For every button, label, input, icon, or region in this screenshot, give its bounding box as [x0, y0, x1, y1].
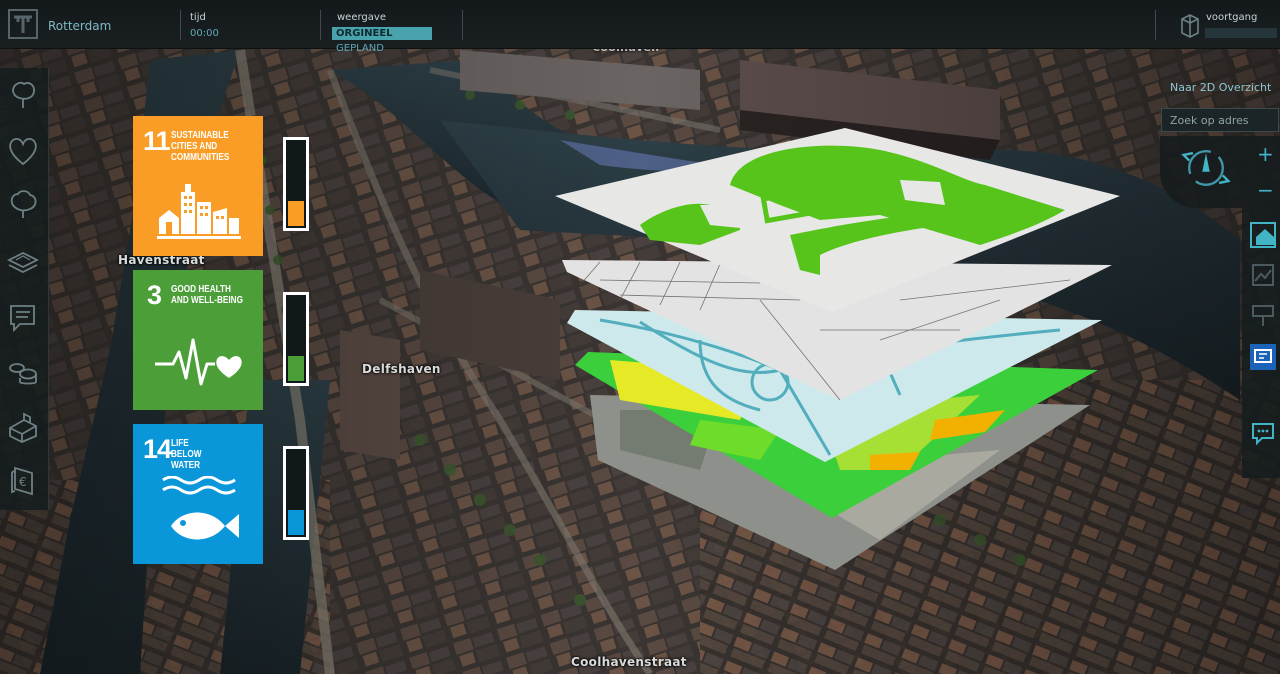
- tree-icon: [12, 81, 36, 108]
- chat-bubble-icon: [1252, 423, 1274, 446]
- left-sidebar: €: [0, 68, 49, 510]
- home-button[interactable]: [1250, 222, 1276, 248]
- sidebar-item-green[interactable]: [6, 188, 40, 222]
- sdg-title: SUSTAINABLE CITIES AND COMMUNITIES: [171, 130, 230, 163]
- signpost-icon: [1252, 305, 1274, 326]
- svg-text:€: €: [19, 475, 27, 489]
- sdg-title: GOOD HEALTH AND WELL-BEING: [171, 284, 243, 306]
- home-icon: [1256, 229, 1274, 245]
- heart-icon: [9, 137, 37, 166]
- sidebar-item-layers[interactable]: [6, 244, 40, 278]
- street-label-coolhavenstraat: Coolhavenstraat: [571, 655, 687, 669]
- money-icon: €: [11, 466, 33, 496]
- sdg-number: 11: [143, 126, 171, 156]
- time-value: 00:00: [190, 28, 219, 39]
- sdg-card-14[interactable]: 14 LIFE BELOW WATER: [133, 424, 263, 564]
- screen-icon: [1254, 349, 1272, 363]
- sdg-3-meter-fill: [288, 356, 304, 381]
- top-bar: Rotterdam tijd 00:00 weergave ORGINEEL G…: [0, 0, 1280, 54]
- street-label-delfshaven: Delfshaven: [362, 362, 441, 376]
- sdg-11-meter: [283, 137, 309, 231]
- sdg-number: 14: [143, 434, 172, 464]
- building-progress-icon: [1181, 14, 1199, 38]
- progress-bar: [1205, 28, 1277, 38]
- right-toolbar: [1242, 208, 1280, 478]
- view-label: weergave: [337, 12, 386, 23]
- navigation-panel: + −: [1160, 136, 1280, 208]
- sdg-title: LIFE BELOW WATER: [171, 438, 202, 471]
- view-option-original[interactable]: ORGINEEL: [332, 27, 432, 40]
- tree-outline-icon: [10, 190, 37, 218]
- compass-icon[interactable]: [1178, 140, 1234, 196]
- view-option-planned[interactable]: GEPLAND: [332, 42, 432, 55]
- sdg-card-3[interactable]: 3 GOOD HEALTH AND WELL-BEING: [133, 270, 263, 410]
- map-view-button[interactable]: [1250, 262, 1276, 288]
- sdg-14-meter-fill: [288, 510, 304, 535]
- sdg-3-meter: [283, 292, 309, 386]
- sdg-11-meter-fill: [288, 201, 304, 226]
- heartbeat-icon: [155, 338, 242, 386]
- sidebar-item-costs[interactable]: €: [6, 464, 40, 498]
- fish-icon: [162, 476, 239, 540]
- time-label: tijd: [190, 12, 206, 23]
- chat-button[interactable]: [1250, 420, 1276, 446]
- screen-button[interactable]: [1250, 344, 1276, 370]
- city-name: Rotterdam: [48, 19, 112, 33]
- sdg-card-11[interactable]: 11 SUSTAINABLE CITIES AND COMMUNITIES: [133, 116, 263, 256]
- sdg-number: 3: [147, 280, 162, 310]
- overview-2d-link[interactable]: Naar 2D Overzicht: [1170, 81, 1271, 94]
- sidebar-item-finance[interactable]: [6, 354, 40, 388]
- zoom-in-button[interactable]: +: [1257, 144, 1274, 164]
- map-icon: [1252, 264, 1274, 286]
- sdg-14-meter: [283, 446, 309, 540]
- zoom-out-button[interactable]: −: [1257, 180, 1274, 200]
- chat-icon: [10, 305, 35, 333]
- layers-icon: [6, 251, 40, 274]
- coins-icon: [9, 363, 37, 385]
- city-icon: [157, 184, 241, 239]
- sign-button[interactable]: [1250, 302, 1276, 328]
- tygron-logo-icon[interactable]: [8, 9, 38, 39]
- sidebar-item-trees[interactable]: [6, 78, 40, 112]
- progress-label: voortgang: [1206, 12, 1258, 23]
- building-icon: [9, 412, 37, 443]
- sidebar-item-buildings[interactable]: [6, 410, 40, 444]
- sidebar-item-messages[interactable]: [6, 300, 40, 334]
- sidebar-item-health[interactable]: [6, 134, 40, 168]
- address-search-input[interactable]: [1161, 108, 1279, 132]
